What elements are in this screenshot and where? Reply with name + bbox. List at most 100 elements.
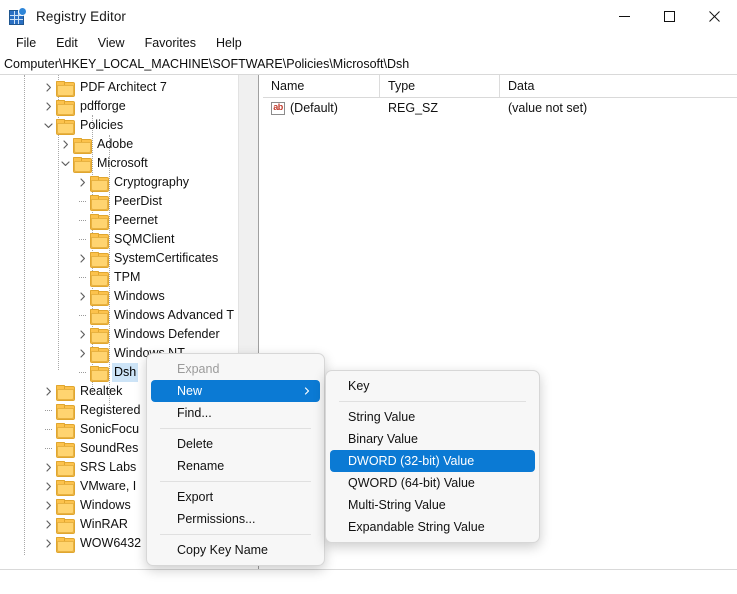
chevron-right-icon[interactable] xyxy=(40,496,56,515)
chevron-right-icon[interactable] xyxy=(40,534,56,553)
tree-item[interactable]: SonicFocu xyxy=(40,420,141,439)
folder-icon xyxy=(90,194,109,211)
tree-item-label: TPM xyxy=(114,270,141,284)
maximize-button[interactable] xyxy=(647,0,692,32)
submenu-item-string-value[interactable]: String Value xyxy=(330,406,535,428)
close-button[interactable] xyxy=(692,0,737,32)
context-menu-item-rename[interactable]: Rename xyxy=(151,455,320,477)
tree-item-label: Windows xyxy=(114,289,165,303)
folder-icon xyxy=(90,232,109,249)
tree-item[interactable]: Microsoft xyxy=(57,154,150,173)
chevron-right-icon[interactable] xyxy=(40,515,56,534)
chevron-right-icon[interactable] xyxy=(74,249,90,268)
folder-icon xyxy=(73,137,92,154)
tree-item[interactable]: SystemCertificates xyxy=(74,249,220,268)
submenu-item-qword-64-bit-value[interactable]: QWORD (64-bit) Value xyxy=(330,472,535,494)
folder-icon xyxy=(56,441,75,458)
tree-item[interactable]: Cryptography xyxy=(74,173,191,192)
tree-item[interactable]: SoundRes xyxy=(40,439,140,458)
folder-icon xyxy=(56,118,75,135)
address-bar[interactable]: Computer\HKEY_LOCAL_MACHINE\SOFTWARE\Pol… xyxy=(0,54,737,75)
context-menu-item-find[interactable]: Find... xyxy=(151,402,320,424)
tree-item[interactable]: WOW6432 xyxy=(40,534,143,553)
chevron-right-icon[interactable] xyxy=(40,458,56,477)
tree-item[interactable]: pdfforge xyxy=(40,97,128,116)
context-menu[interactable]: Expand New Find... Delete Rename Export Permis… xyxy=(146,353,325,566)
tree-item[interactable]: PDF Architect 7 xyxy=(40,78,169,97)
table-row[interactable]: ab (Default) REG_SZ (value not set) xyxy=(263,97,737,119)
tree-item[interactable]: Adobe xyxy=(57,135,135,154)
folder-icon xyxy=(90,365,109,382)
folder-icon xyxy=(90,251,109,268)
tree-item[interactable]: Windows Defender xyxy=(74,325,222,344)
folder-icon xyxy=(90,175,109,192)
tree-item-label: PDF Architect 7 xyxy=(80,80,167,94)
tree-item[interactable]: VMware, I xyxy=(40,477,138,496)
folder-icon xyxy=(73,156,92,173)
tree-item[interactable]: WinRAR xyxy=(40,515,130,534)
tree-item[interactable]: Realtek xyxy=(40,382,124,401)
chevron-down-icon[interactable] xyxy=(57,154,73,173)
window-title: Registry Editor xyxy=(36,8,127,24)
chevron-right-icon[interactable] xyxy=(40,97,56,116)
tree-item-label: WinRAR xyxy=(80,517,128,531)
chevron-right-icon[interactable] xyxy=(74,287,90,306)
tree-item[interactable]: Peernet xyxy=(74,211,160,230)
menu-item-label: String Value xyxy=(348,410,416,424)
chevron-right-icon[interactable] xyxy=(74,173,90,192)
menu-edit[interactable]: Edit xyxy=(46,34,88,52)
submenu-item-dword-32-bit-value[interactable]: DWORD (32-bit) Value xyxy=(330,450,535,472)
menu-item-label: New xyxy=(177,384,203,398)
tree-leaf-connector xyxy=(40,401,56,420)
tree-item[interactable]: Windows xyxy=(40,496,133,515)
context-menu-item-copy-key-name[interactable]: Copy Key Name xyxy=(151,539,320,561)
menu-view[interactable]: View xyxy=(88,34,135,52)
chevron-right-icon[interactable] xyxy=(57,135,73,154)
tree-item[interactable]: PeerDist xyxy=(74,192,164,211)
submenu-item-binary-value[interactable]: Binary Value xyxy=(330,428,535,450)
tree-item[interactable]: Windows Advanced T xyxy=(74,306,236,325)
tree-item[interactable]: Registered xyxy=(40,401,142,420)
tree-item[interactable]: SRS Labs xyxy=(40,458,138,477)
column-header-name[interactable]: Name xyxy=(263,75,380,97)
minimize-button[interactable] xyxy=(602,0,647,32)
new-submenu[interactable]: Key String Value Binary Value DWORD (32-bit… xyxy=(325,370,540,543)
chevron-right-icon[interactable] xyxy=(40,477,56,496)
chevron-down-icon[interactable] xyxy=(40,116,56,135)
tree-item[interactable]: SQMClient xyxy=(74,230,176,249)
folder-icon xyxy=(56,479,75,496)
tree-leaf-connector xyxy=(40,439,56,458)
menu-help[interactable]: Help xyxy=(206,34,252,52)
tree-item[interactable]: Windows xyxy=(74,287,167,306)
chevron-right-icon[interactable] xyxy=(40,78,56,97)
value-type-cell: REG_SZ xyxy=(388,101,439,115)
submenu-item-expandable-string-value[interactable]: Expandable String Value xyxy=(330,516,535,538)
list-header: Name Type Data xyxy=(263,75,737,98)
context-menu-item-permissions[interactable]: Permissions... xyxy=(151,508,320,530)
submenu-item-multi-string-value[interactable]: Multi-String Value xyxy=(330,494,535,516)
tree-item[interactable]: Dsh xyxy=(74,363,139,382)
submenu-item-key[interactable]: Key xyxy=(330,375,535,397)
tree-item[interactable]: TPM xyxy=(74,268,142,287)
context-menu-item-delete[interactable]: Delete xyxy=(151,433,320,455)
tree-leaf-connector xyxy=(40,420,56,439)
context-menu-item-export[interactable]: Export xyxy=(151,486,320,508)
menu-favorites[interactable]: Favorites xyxy=(135,34,206,52)
tree-leaf-connector xyxy=(74,230,90,249)
menu-item-label: Copy Key Name xyxy=(177,543,269,557)
menu-item-label: Expand xyxy=(177,362,220,376)
folder-icon xyxy=(90,213,109,230)
tree-item-label: Dsh xyxy=(112,363,139,382)
folder-icon xyxy=(90,308,109,325)
menu-file[interactable]: File xyxy=(6,34,46,52)
value-data-cell: (value not set) xyxy=(508,101,588,115)
folder-icon xyxy=(90,327,109,344)
tree-item[interactable]: Policies xyxy=(40,116,125,135)
chevron-right-icon[interactable] xyxy=(74,344,90,363)
chevron-right-icon[interactable] xyxy=(40,382,56,401)
menu-separator xyxy=(160,428,311,429)
context-menu-item-new[interactable]: New xyxy=(151,380,320,402)
chevron-right-icon[interactable] xyxy=(74,325,90,344)
column-header-type[interactable]: Type xyxy=(380,75,500,97)
column-header-data[interactable]: Data xyxy=(500,75,737,97)
